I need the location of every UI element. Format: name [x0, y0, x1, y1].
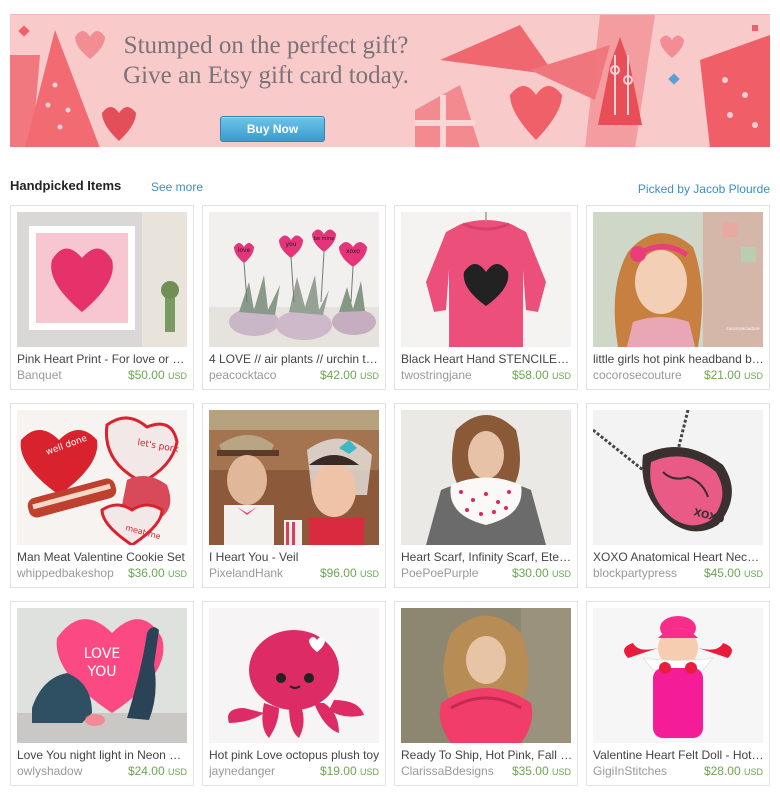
item-thumbnail[interactable]: love you be mine xoxo: [209, 212, 379, 347]
item-shop[interactable]: PixelandHank: [209, 566, 313, 580]
item-thumbnail[interactable]: [209, 410, 379, 545]
banner-headline: Stumped on the perfect gift? Give an Ets…: [108, 31, 424, 91]
item-card[interactable]: I Heart You - Veil PixelandHank $96.00 U…: [202, 403, 386, 588]
picked-by-link[interactable]: Picked by Jacob Plourde: [638, 182, 770, 196]
price-value: $35.00: [511, 764, 549, 778]
item-price: $36.00 USD: [128, 566, 187, 580]
item-title[interactable]: Pink Heart Print - For love or money: [17, 352, 189, 366]
item-card[interactable]: cocorosecouture little girls hot pink he…: [586, 205, 770, 390]
item-title[interactable]: Love You night light in Neon Pink: [17, 748, 189, 762]
item-price: $28.00 USD: [704, 764, 763, 778]
item-shop[interactable]: ClarissaBdesigns: [401, 764, 505, 778]
banner-line-2: Give an Etsy gift card today.: [123, 62, 409, 89]
item-thumbnail[interactable]: LOVE YOU: [17, 608, 187, 743]
item-title[interactable]: little girls hot pink headband bow: [593, 352, 765, 366]
item-card[interactable]: XOXO XOXO Anatomical Heart Necklace bloc…: [586, 403, 770, 588]
item-shop[interactable]: Banquet: [17, 368, 121, 382]
item-card[interactable]: Pink Heart Print - For love or money Ban…: [10, 205, 194, 390]
item-price: $35.00 USD: [512, 764, 571, 778]
sign-text: you: [285, 241, 296, 248]
item-card[interactable]: Ready To Ship, Hot Pink, Fall Scarf Clar…: [394, 601, 578, 786]
watermark-text: cocorosecouture: [726, 326, 760, 331]
item-thumbnail[interactable]: [17, 212, 187, 347]
item-price: $96.00 USD: [320, 566, 379, 580]
price-currency: USD: [743, 569, 763, 579]
item-title[interactable]: Man Meat Valentine Cookie Set: [17, 550, 189, 564]
price-value: $58.00: [511, 368, 549, 382]
item-title[interactable]: Ready To Ship, Hot Pink, Fall Scarf: [401, 748, 573, 762]
sign-text: xoxo: [346, 248, 360, 255]
item-title[interactable]: XOXO Anatomical Heart Necklace: [593, 550, 765, 564]
price-currency: USD: [359, 371, 379, 381]
price-value: $28.00: [703, 764, 741, 778]
item-title[interactable]: Heart Scarf, Infinity Scarf, Eternity Sc…: [401, 550, 573, 564]
item-shop[interactable]: jaynedanger: [209, 764, 313, 778]
item-thumbnail[interactable]: XOXO: [593, 410, 763, 545]
price-currency: USD: [359, 767, 379, 777]
item-card[interactable]: LOVE YOU Love You night light in Neon Pi…: [10, 601, 194, 786]
price-value: $21.00: [703, 368, 741, 382]
item-thumbnail[interactable]: [593, 608, 763, 743]
item-shop[interactable]: GigiInStitches: [593, 764, 697, 778]
item-price: $42.00 USD: [320, 368, 379, 382]
item-price: $21.00 USD: [704, 368, 763, 382]
item-card[interactable]: Valentine Heart Felt Doll - Hot Pink Gig…: [586, 601, 770, 786]
price-currency: USD: [743, 371, 763, 381]
item-card[interactable]: love you be mine xoxo 4 LOVE // air plan…: [202, 205, 386, 390]
item-shop[interactable]: twostringjane: [401, 368, 505, 382]
item-price: $50.00 USD: [128, 368, 187, 382]
price-currency: USD: [167, 569, 187, 579]
item-price: $45.00 USD: [704, 566, 763, 580]
price-value: $45.00: [703, 566, 741, 580]
gift-card-banner[interactable]: Stumped on the perfect gift? Give an Ets…: [10, 14, 770, 147]
price-currency: USD: [551, 371, 571, 381]
item-thumbnail[interactable]: [401, 212, 571, 347]
item-title[interactable]: Black Heart Hand STENCILED sweatshirt: [401, 352, 573, 366]
sign-text: YOU: [86, 664, 116, 680]
price-currency: USD: [551, 767, 571, 777]
item-price: $58.00 USD: [512, 368, 571, 382]
price-value: $30.00: [511, 566, 549, 580]
price-value: $42.00: [319, 368, 357, 382]
sign-text: be mine: [314, 236, 334, 242]
price-value: $36.00: [127, 566, 165, 580]
item-shop[interactable]: whippedbakeshop: [17, 566, 121, 580]
price-currency: USD: [167, 767, 187, 777]
item-price: $24.00 USD: [128, 764, 187, 778]
item-shop[interactable]: cocorosecouture: [593, 368, 697, 382]
item-price: $30.00 USD: [512, 566, 571, 580]
price-currency: USD: [551, 569, 571, 579]
price-value: $24.00: [127, 764, 165, 778]
sign-text: LOVE: [84, 646, 121, 662]
price-value: $19.00: [319, 764, 357, 778]
item-thumbnail[interactable]: well done let's pork meat me: [17, 410, 187, 545]
item-shop[interactable]: peacocktaco: [209, 368, 313, 382]
item-thumbnail[interactable]: [401, 410, 571, 545]
item-card[interactable]: Black Heart Hand STENCILED sweatshirt tw…: [394, 205, 578, 390]
banner-line-1: Stumped on the perfect gift?: [123, 32, 409, 59]
item-thumbnail[interactable]: cocorosecouture: [593, 212, 763, 347]
item-card[interactable]: Hot pink Love octopus plush toy jaynedan…: [202, 601, 386, 786]
buy-now-button[interactable]: Buy Now: [220, 116, 325, 142]
item-thumbnail[interactable]: [209, 608, 379, 743]
item-shop[interactable]: blockpartypress: [593, 566, 697, 580]
item-shop[interactable]: PoePoePurple: [401, 566, 505, 580]
price-currency: USD: [167, 371, 187, 381]
price-value: $50.00: [127, 368, 165, 382]
item-thumbnail[interactable]: [401, 608, 571, 743]
price-currency: USD: [359, 569, 379, 579]
item-price: $19.00 USD: [320, 764, 379, 778]
item-title[interactable]: Valentine Heart Felt Doll - Hot Pink: [593, 748, 765, 762]
item-title[interactable]: Hot pink Love octopus plush toy: [209, 748, 381, 762]
section-title: Handpicked Items: [10, 178, 122, 193]
item-card[interactable]: Heart Scarf, Infinity Scarf, Eternity Sc…: [394, 403, 578, 588]
item-card[interactable]: well done let's pork meat me Man Meat Va…: [10, 403, 194, 588]
price-value: $96.00: [319, 566, 357, 580]
item-title[interactable]: 4 LOVE // air plants // urchin terrarium: [209, 352, 381, 366]
price-currency: USD: [743, 767, 763, 777]
item-shop[interactable]: owlyshadow: [17, 764, 121, 778]
sign-text: love: [238, 247, 251, 254]
see-more-link[interactable]: See more: [151, 180, 203, 194]
item-title[interactable]: I Heart You - Veil: [209, 550, 381, 564]
